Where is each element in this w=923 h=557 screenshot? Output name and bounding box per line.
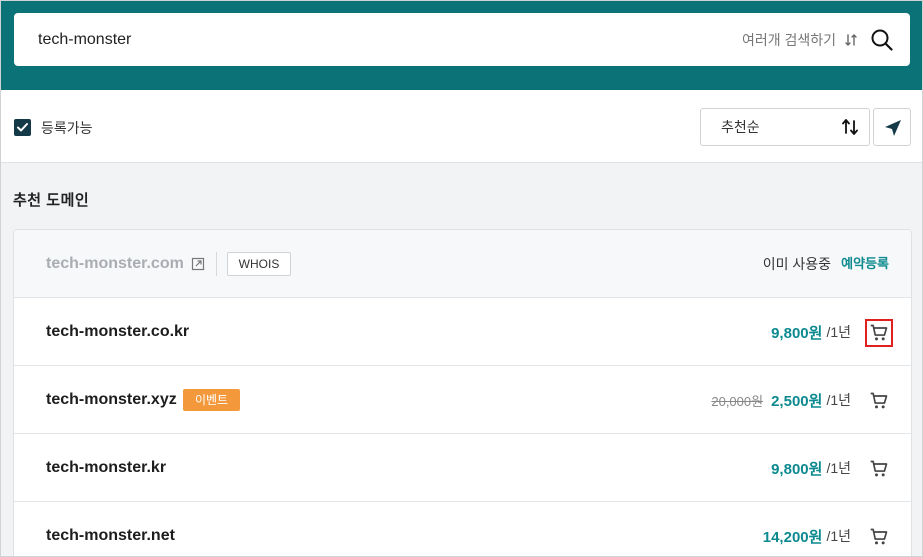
- status-text: 이미 사용중: [762, 256, 831, 272]
- event-badge: 이벤트: [183, 389, 240, 411]
- price-block: 9,800원 /1년: [771, 434, 851, 502]
- cart-icon: [870, 392, 888, 409]
- share-button[interactable]: [873, 108, 911, 146]
- price-block: 9,800원 /1년: [771, 298, 851, 366]
- check-icon: [17, 123, 28, 132]
- add-to-cart-button[interactable]: [865, 523, 893, 551]
- period: /1년: [826, 460, 851, 476]
- period: /1년: [826, 528, 851, 544]
- domain-name: tech-monster.xyz: [46, 391, 177, 408]
- multi-search-toggle[interactable]: 여러개 검색하기: [742, 13, 858, 66]
- divider: [216, 252, 217, 276]
- add-to-cart-button[interactable]: [865, 387, 893, 415]
- domain-row: tech-monster.xyz 이벤트 20,000원 2,500원 /1년: [14, 366, 911, 434]
- domain-name: tech-monster.net: [46, 527, 175, 544]
- price: 2,500원: [771, 392, 823, 410]
- sort-toggle-icon: [845, 33, 857, 46]
- domain-name: tech-monster.com: [46, 255, 184, 272]
- sort-select[interactable]: 추천순: [700, 108, 870, 146]
- price: 14,200원: [762, 528, 823, 546]
- old-price: 20,000원: [711, 393, 764, 409]
- section-title: 추천 도메인: [13, 192, 90, 209]
- domain-row: tech-monster.net 14,200원 /1년: [14, 502, 911, 556]
- domain-name: tech-monster.co.kr: [46, 323, 190, 340]
- add-to-cart-button[interactable]: [865, 455, 893, 483]
- search-header: tech-monster 여러개 검색하기: [1, 1, 922, 90]
- price-block: 20,000원 2,500원 /1년: [711, 366, 851, 434]
- search-icon[interactable]: [870, 28, 894, 52]
- send-icon: [885, 120, 901, 136]
- external-link-icon[interactable]: [191, 257, 205, 271]
- period: /1년: [826, 392, 851, 408]
- cart-icon: [870, 528, 888, 545]
- domain-search-page: tech-monster 여러개 검색하기 등록가능 추천순 추천 도메인 te…: [0, 0, 923, 557]
- search-box[interactable]: tech-monster 여러개 검색하기: [14, 13, 910, 66]
- domain-row: tech-monster.co.kr 9,800원 /1년: [14, 298, 911, 366]
- domain-row: tech-monster.kr 9,800원 /1년: [14, 434, 911, 502]
- period: /1년: [826, 324, 851, 340]
- reserve-link[interactable]: 예약등록: [841, 230, 889, 298]
- cart-icon: [870, 324, 888, 341]
- domain-name: tech-monster.kr: [46, 459, 167, 476]
- cart-icon: [870, 460, 888, 477]
- sort-select-label: 추천순: [721, 119, 760, 135]
- multi-search-label: 여러개 검색하기: [741, 31, 836, 48]
- price: 9,800원: [771, 324, 823, 342]
- available-checkbox[interactable]: [14, 119, 31, 136]
- domain-list: tech-monster.com WHOIS 이미 사용중 예약등록 tech-…: [13, 229, 912, 556]
- price: 9,800원: [771, 460, 823, 478]
- price-block: 14,200원 /1년: [762, 502, 851, 556]
- whois-button[interactable]: WHOIS: [227, 252, 291, 276]
- domain-row-taken: tech-monster.com WHOIS 이미 사용중 예약등록: [14, 230, 911, 298]
- available-label: 등록가능: [41, 120, 93, 136]
- search-input[interactable]: tech-monster: [38, 13, 131, 66]
- sort-arrows-icon: [842, 119, 858, 135]
- add-to-cart-button[interactable]: [865, 319, 893, 347]
